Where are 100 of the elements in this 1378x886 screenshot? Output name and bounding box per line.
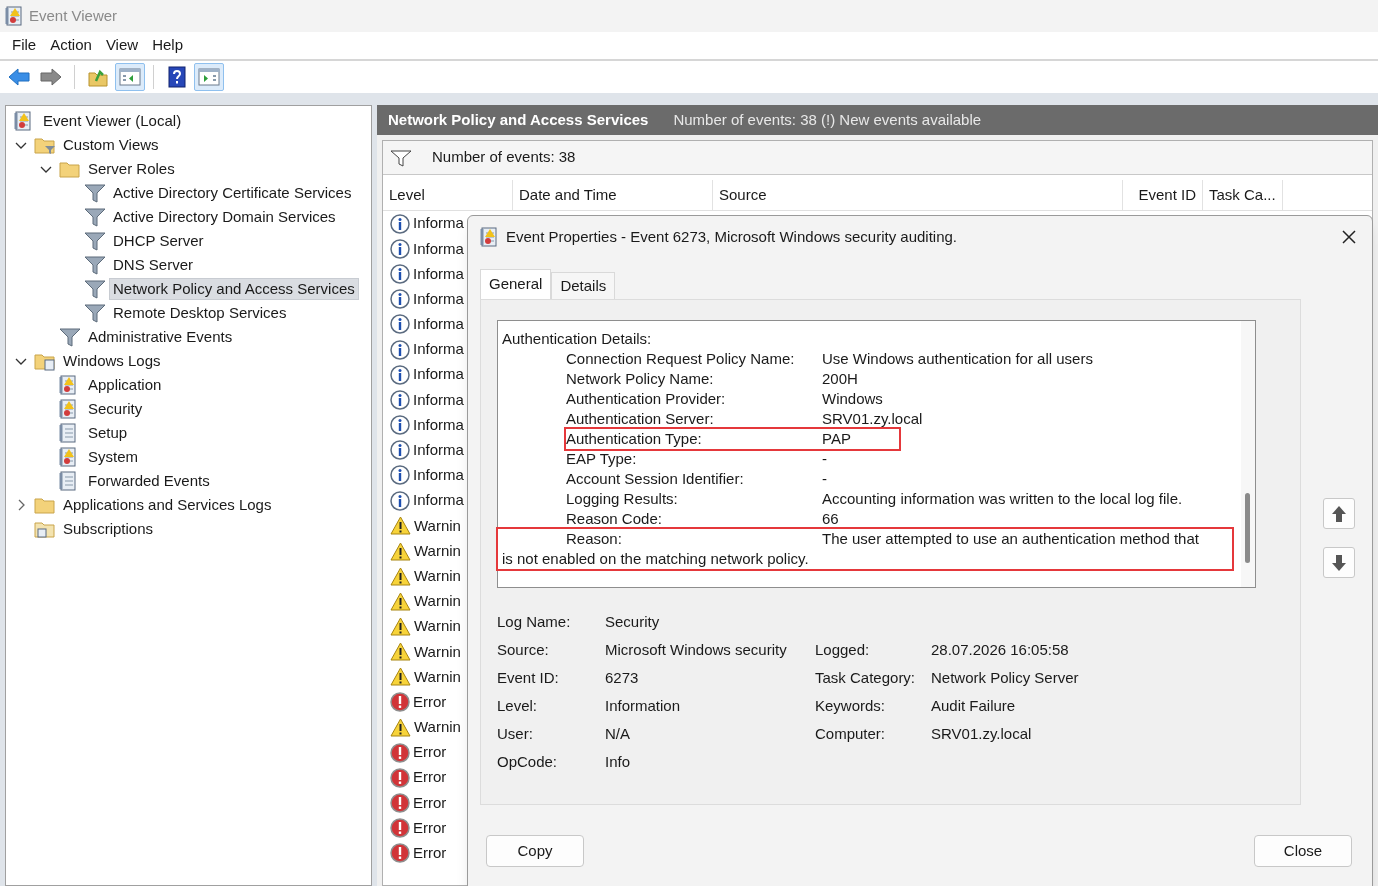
menu-item[interactable]: File bbox=[5, 34, 44, 57]
menu-item[interactable]: Help bbox=[145, 34, 190, 57]
table-cell-text: Informa bbox=[413, 288, 464, 309]
detail-label: Reason: bbox=[566, 529, 623, 549]
field-label: Log Name: bbox=[497, 612, 572, 632]
tree-item[interactable]: Application bbox=[85, 375, 165, 395]
field-label: Computer: bbox=[815, 724, 887, 744]
field-value: N/A bbox=[605, 724, 630, 744]
field-label: Logged: bbox=[815, 640, 871, 660]
next-event-button[interactable] bbox=[1323, 547, 1355, 578]
tree-item[interactable]: Forwarded Events bbox=[85, 471, 213, 491]
column-header[interactable]: Level bbox=[383, 180, 513, 210]
arrow-down-icon bbox=[1331, 553, 1347, 572]
dialog-tab[interactable]: Details bbox=[551, 272, 616, 299]
tree-item[interactable]: Applications and Services Logs bbox=[60, 495, 275, 515]
table-cell-text: Warnin bbox=[414, 565, 461, 586]
window-title: Event Viewer bbox=[29, 5, 118, 26]
warning-icon bbox=[390, 541, 411, 561]
event-count-notice: Number of events: 38 (!) New events available bbox=[673, 109, 982, 130]
tree-item[interactable]: Event Viewer (Local) bbox=[40, 111, 185, 131]
menu-item[interactable]: View bbox=[98, 34, 146, 57]
field-label: Keywords: bbox=[815, 696, 887, 716]
tree-item[interactable]: System bbox=[85, 447, 141, 467]
info-icon bbox=[390, 263, 410, 284]
table-cell-text: Warnin bbox=[414, 717, 461, 738]
tree-item[interactable]: Setup bbox=[85, 423, 131, 443]
tree-item[interactable]: Active Directory Certificate Services bbox=[110, 183, 355, 203]
copy-button[interactable]: Copy bbox=[486, 835, 584, 867]
detail-value: - bbox=[822, 449, 827, 469]
detail-value-continued: is not enabled on the matching network policy. bbox=[502, 549, 809, 569]
tree-item[interactable]: Subscriptions bbox=[60, 519, 157, 539]
detail-value: SRV01.zy.local bbox=[822, 409, 923, 429]
error-icon bbox=[390, 818, 410, 839]
detail-label: Authentication Type: bbox=[566, 429, 703, 449]
tree-item[interactable]: Remote Desktop Services bbox=[110, 303, 290, 323]
log-icon bbox=[59, 399, 77, 419]
log-icon bbox=[480, 227, 498, 247]
tree-item[interactable]: Network Policy and Access Services bbox=[110, 279, 358, 299]
folder-up-icon bbox=[88, 67, 108, 87]
folder-icon bbox=[59, 159, 81, 179]
folder-icon bbox=[34, 495, 56, 515]
table-cell-text: Error bbox=[413, 817, 447, 838]
table-cell-text: Informa bbox=[413, 490, 464, 511]
error-icon bbox=[390, 742, 410, 763]
table-cell-text: Warnin bbox=[414, 515, 461, 536]
tree-item[interactable]: DNS Server bbox=[110, 255, 197, 275]
table-cell-text: Informa bbox=[413, 213, 464, 234]
detail-label: Account Session Identifier: bbox=[566, 469, 745, 489]
back-arrow-icon bbox=[8, 68, 30, 86]
menu-item[interactable]: Action bbox=[43, 34, 99, 57]
table-cell-text: Warnin bbox=[414, 591, 461, 612]
detail-value: - bbox=[822, 469, 827, 489]
tree-item[interactable]: Windows Logs bbox=[60, 351, 164, 371]
dialog-title: Event Properties - Event 6273, Microsoft Windows security auditing. bbox=[506, 226, 959, 247]
warning-icon bbox=[390, 591, 411, 611]
filter-icon bbox=[84, 255, 106, 275]
tree-item[interactable]: DHCP Server bbox=[110, 231, 207, 251]
field-value: Info bbox=[605, 752, 631, 772]
tree-item[interactable]: Server Roles bbox=[85, 159, 178, 179]
field-value: Security bbox=[605, 612, 660, 632]
table-cell-text: Informa bbox=[413, 238, 464, 259]
previous-event-button[interactable] bbox=[1323, 498, 1355, 529]
table-cell-text: Warnin bbox=[414, 616, 461, 637]
column-header[interactable]: Task Ca... bbox=[1203, 180, 1283, 210]
tree-item[interactable]: Active Directory Domain Services bbox=[110, 207, 339, 227]
field-label: Task Category: bbox=[815, 668, 917, 688]
field-label: Source: bbox=[497, 640, 550, 660]
forward-arrow-icon bbox=[40, 68, 62, 86]
field-value: SRV01.zy.local bbox=[931, 724, 1032, 744]
table-cell-text: Informa bbox=[413, 364, 464, 385]
table-cell-text: Informa bbox=[413, 263, 464, 284]
table-cell-text: Error bbox=[413, 767, 447, 788]
arrow-up-icon bbox=[1331, 504, 1347, 523]
log-icon bbox=[59, 423, 77, 443]
action-pane-icon bbox=[198, 68, 220, 86]
warning-icon bbox=[390, 717, 411, 737]
table-cell-text: Warnin bbox=[414, 540, 461, 561]
tree-item[interactable]: Security bbox=[85, 399, 146, 419]
view-title: Network Policy and Access Services bbox=[388, 109, 649, 130]
field-value: Information bbox=[605, 696, 681, 716]
log-icon bbox=[14, 111, 32, 131]
column-header[interactable]: Source bbox=[713, 180, 1123, 210]
error-icon bbox=[390, 843, 410, 864]
column-header[interactable]: Date and Time bbox=[513, 180, 713, 210]
subscriptions-icon bbox=[34, 519, 56, 539]
close-button[interactable]: Close bbox=[1254, 835, 1352, 867]
filter-icon bbox=[84, 279, 106, 299]
filter-icon bbox=[84, 303, 106, 323]
tree-item[interactable]: Administrative Events bbox=[85, 327, 236, 347]
scrollbar-thumb[interactable] bbox=[1245, 493, 1250, 563]
column-header[interactable]: Event ID bbox=[1123, 180, 1203, 210]
error-icon bbox=[390, 767, 410, 788]
detail-label: Network Policy Name: bbox=[566, 369, 715, 389]
detail-value: The user attempted to use an authentication method that bbox=[822, 529, 1199, 549]
tree-item[interactable]: Custom Views bbox=[60, 135, 162, 155]
detail-label: Connection Request Policy Name: bbox=[566, 349, 796, 369]
filter-icon bbox=[84, 231, 106, 251]
dialog-tab[interactable]: General bbox=[480, 269, 552, 299]
detail-label: Authentication Provider: bbox=[566, 389, 727, 409]
warning-icon bbox=[390, 617, 411, 637]
